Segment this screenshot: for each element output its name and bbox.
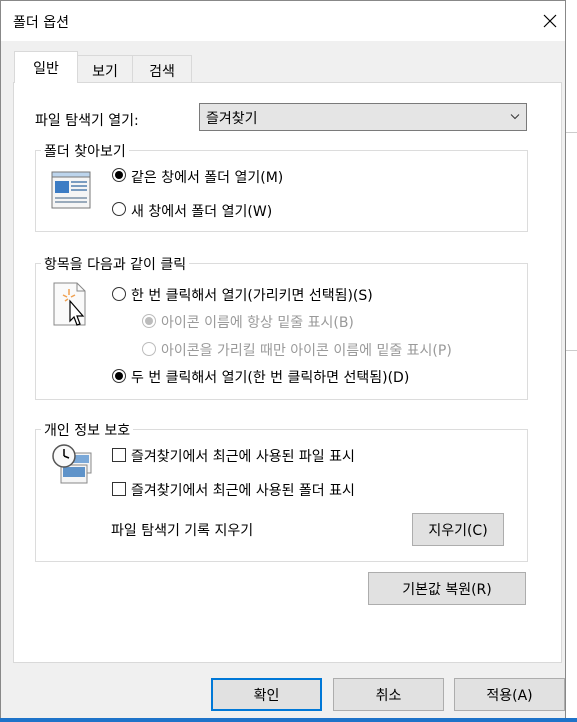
tab-search-label: 검색 <box>149 64 175 80</box>
same-window-label[interactable]: 같은 창에서 폴더 열기(M) <box>131 167 283 187</box>
underline-always-radio[interactable] <box>142 314 156 328</box>
clock-documents-icon <box>52 444 92 484</box>
underline-hover-radio[interactable] <box>142 342 156 356</box>
cancel-button-label: 취소 <box>375 688 402 704</box>
clear-history-label: 파일 탐색기 기록 지우기 <box>111 523 254 539</box>
same-window-radio[interactable] <box>112 168 126 182</box>
browse-folders-title: 폴더 찾아보기 <box>41 141 129 161</box>
close-icon <box>543 14 557 28</box>
folder-options-dialog: 폴더 옵션 보기 검색 일반 파일 탐색기 열기: 즐겨찾기 폴더 찾아보기 같… <box>0 0 566 720</box>
recent-folders-checkbox[interactable] <box>112 482 126 496</box>
browse-folders-group <box>35 150 528 232</box>
open-explorer-value: 즐겨찾기 <box>206 111 258 127</box>
cancel-button[interactable]: 취소 <box>333 678 444 711</box>
open-explorer-label: 파일 탐색기 열기: <box>35 113 139 129</box>
chevron-down-icon <box>510 114 520 120</box>
new-window-radio[interactable] <box>112 202 126 216</box>
recent-folders-label[interactable]: 즐겨찾기에서 최근에 사용된 폴더 표시 <box>131 480 355 500</box>
clear-button[interactable]: 지우기(C) <box>412 513 504 546</box>
open-explorer-select[interactable]: 즐겨찾기 <box>199 103 527 131</box>
double-click-radio[interactable] <box>112 369 126 383</box>
single-click-label[interactable]: 한 번 클릭해서 열기(가리키면 선택됨)(S) <box>131 285 373 305</box>
window-folder-icon <box>51 171 91 209</box>
ok-button-label: 확인 <box>253 688 280 704</box>
tab-search[interactable]: 검색 <box>132 55 192 82</box>
recent-files-label[interactable]: 즐겨찾기에서 최근에 사용된 파일 표시 <box>131 446 355 466</box>
ok-button[interactable]: 확인 <box>211 678 322 711</box>
tab-view-label: 보기 <box>92 64 118 80</box>
single-click-radio[interactable] <box>112 287 126 301</box>
background-window-edge <box>566 0 577 722</box>
underline-hover-label[interactable]: 아이콘을 가리킬 때만 아이콘 이름에 밑줄 표시(P) <box>161 340 452 360</box>
cursor-click-icon <box>53 282 86 326</box>
restore-defaults-button[interactable]: 기본값 복원(R) <box>368 572 526 605</box>
underline-always-label[interactable]: 아이콘 이름에 항상 밑줄 표시(B) <box>161 312 354 332</box>
new-window-label[interactable]: 새 창에서 폴더 열기(W) <box>131 201 272 221</box>
tab-general[interactable]: 일반 <box>14 51 78 83</box>
close-button[interactable] <box>539 10 561 32</box>
apply-button[interactable]: 적용(A) <box>454 678 565 711</box>
privacy-title: 개인 정보 보호 <box>41 420 134 440</box>
tab-general-label: 일반 <box>33 61 59 77</box>
double-click-label[interactable]: 두 번 클릭해서 열기(한 번 클릭하면 선택됨)(D) <box>131 367 409 387</box>
recent-files-checkbox[interactable] <box>112 448 126 462</box>
dialog-title: 폴더 옵션 <box>13 15 69 31</box>
tab-view[interactable]: 보기 <box>77 55 133 82</box>
restore-defaults-label: 기본값 복원(R) <box>402 582 492 598</box>
taskbar-strip <box>0 718 577 722</box>
clear-button-label: 지우기(C) <box>428 523 488 539</box>
click-items-title: 항목을 다음과 같이 클릭 <box>41 254 190 274</box>
apply-button-label: 적용(A) <box>486 688 533 704</box>
title-bar: 폴더 옵션 <box>1 1 565 41</box>
